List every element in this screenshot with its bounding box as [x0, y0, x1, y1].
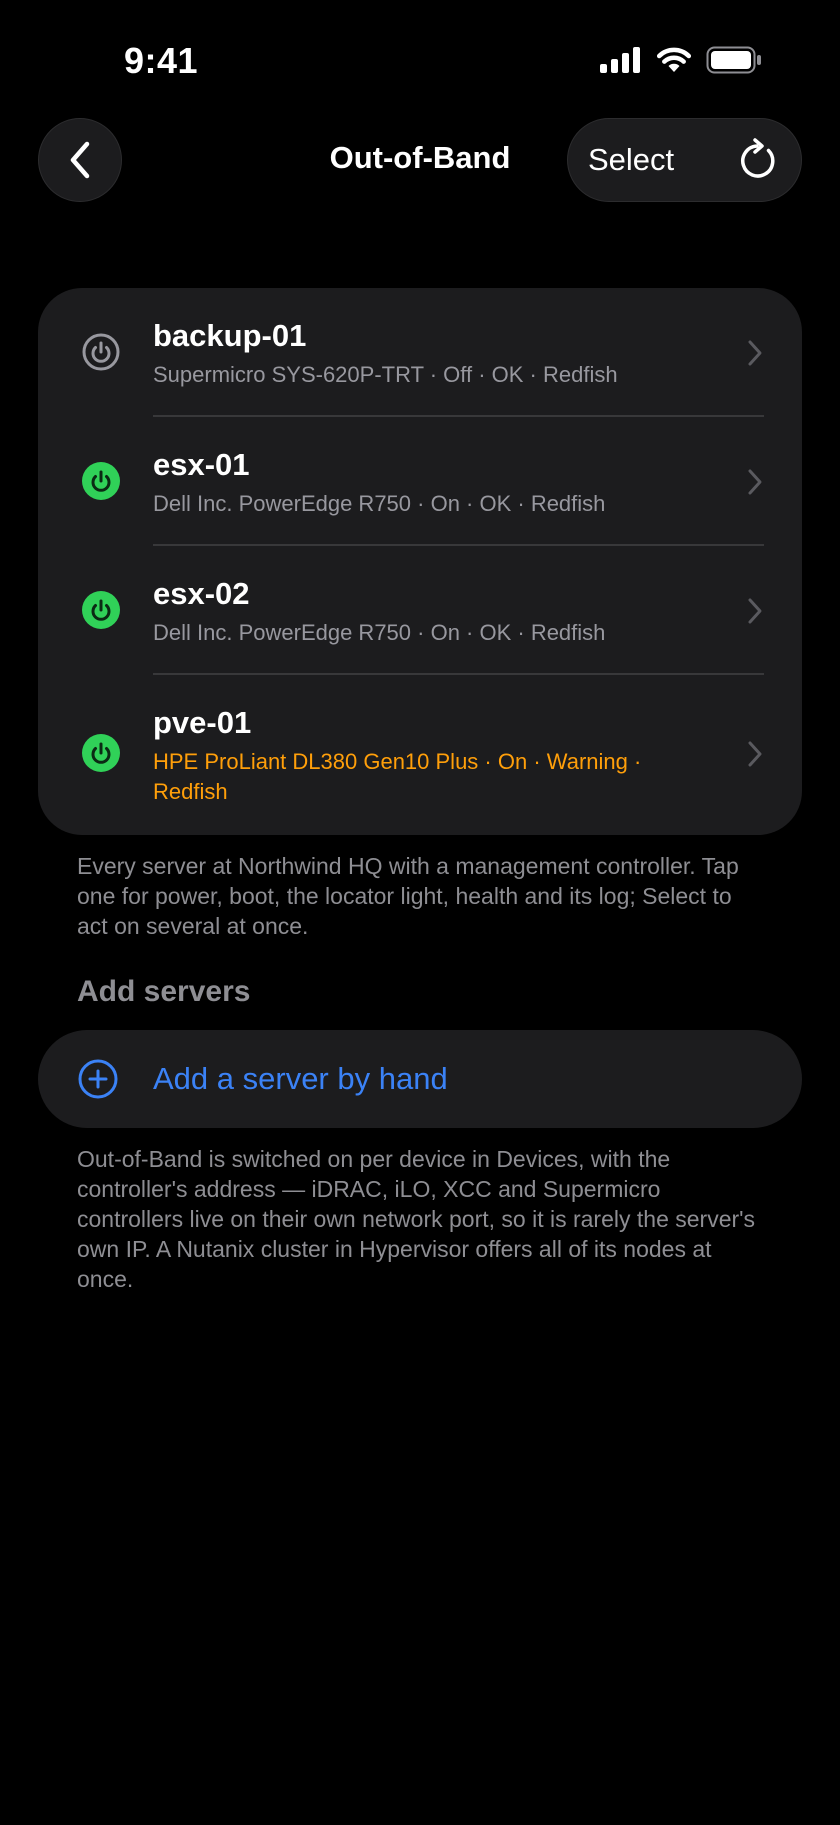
status-time: 9:41 [124, 40, 199, 81]
cellular-signal-icon [600, 47, 640, 73]
server-detail: Dell Inc. PowerEdge R750 · On · OK · Red… [153, 491, 606, 516]
add-server-button[interactable]: Add a server by hand [38, 1030, 802, 1128]
status-bar: 9:41 [0, 0, 840, 110]
server-row-esx-01[interactable]: esx-01 Dell Inc. PowerEdge R750 · On · O… [38, 417, 802, 546]
refresh-icon[interactable] [733, 137, 781, 185]
server-list: backup-01 Supermicro SYS-620P-TRT · Off … [38, 288, 802, 835]
add-server-label: Add a server by hand [153, 1061, 448, 1096]
plus-circle-icon [78, 1059, 118, 1099]
servers-footnote: Every server at Northwind HQ with a mana… [77, 853, 739, 939]
server-row-backup-01[interactable]: backup-01 Supermicro SYS-620P-TRT · Off … [38, 288, 802, 418]
server-detail: Supermicro SYS-620P-TRT · Off · OK · Red… [153, 362, 618, 387]
status-icons [600, 46, 762, 74]
server-detail-warning: HPE ProLiant DL380 Gen10 Plus · On · War… [153, 749, 642, 804]
server-name: esx-01 [153, 447, 250, 482]
server-row-esx-02[interactable]: esx-02 Dell Inc. PowerEdge R750 · On · O… [38, 546, 802, 675]
section-header-add-servers: Add servers [77, 975, 251, 1008]
chevron-right-icon [748, 598, 762, 624]
select-refresh-group: Select [567, 118, 802, 202]
power-on-icon [82, 591, 120, 629]
chevron-right-icon [748, 340, 762, 366]
server-name: esx-02 [153, 576, 250, 611]
wifi-icon [656, 47, 692, 72]
power-on-icon [82, 462, 120, 500]
chevron-right-icon [748, 469, 762, 495]
power-off-icon [82, 333, 120, 371]
power-on-icon [82, 734, 120, 772]
server-row-pve-01[interactable]: pve-01 HPE ProLiant DL380 Gen10 Plus · O… [38, 675, 802, 835]
chevron-right-icon [748, 741, 762, 767]
battery-icon [706, 46, 761, 74]
server-detail: Dell Inc. PowerEdge R750 · On · OK · Red… [153, 620, 606, 645]
server-name: pve-01 [153, 705, 252, 740]
navigation-bar: Out-of-Band Select [0, 118, 840, 202]
server-name: backup-01 [153, 318, 307, 353]
select-button[interactable]: Select [588, 142, 674, 178]
add-footnote: Out-of-Band is switched on per device in… [77, 1146, 756, 1292]
